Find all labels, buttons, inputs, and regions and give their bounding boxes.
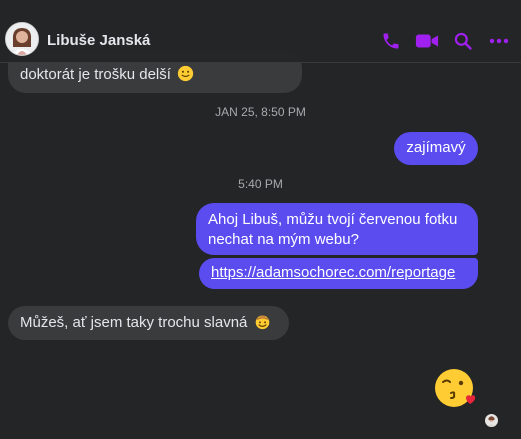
message-text: zajímavý — [406, 139, 466, 156]
cowboy-hat-face-icon — [255, 315, 269, 330]
outgoing-emoji-message[interactable] — [433, 367, 477, 411]
outgoing-message-bubble[interactable]: Ahoj Libuš, můžu tvojí červenou fotku ne… — [196, 203, 478, 255]
message-link[interactable]: https://adamsochorec.com/reportage — [211, 264, 455, 281]
phone-icon[interactable] — [379, 30, 403, 52]
slightly-smiling-face-icon — [177, 65, 194, 82]
video-camera-icon[interactable] — [415, 30, 439, 52]
conversation-header: Libuše Janská — [0, 0, 521, 63]
chat-window: doktorát je trošku delší JAN 25, 8:50 PM… — [0, 0, 521, 439]
face-blowing-a-kiss-icon — [435, 369, 476, 407]
more-options-icon[interactable] — [487, 30, 511, 52]
message-text: Můžeš, ať jsem taky trochu slavná — [20, 314, 248, 331]
timestamp: JAN 25, 8:50 PM — [215, 105, 306, 119]
outgoing-message-bubble[interactable]: zajímavý — [394, 132, 478, 165]
message-line: Ahoj Libuš, můžu tvojí červenou fotku — [208, 211, 458, 228]
message-line: nechat na mým webu? — [208, 231, 359, 248]
contact-name[interactable]: Libuše Janská — [47, 32, 150, 49]
avatar[interactable] — [5, 22, 39, 56]
search-icon[interactable] — [451, 30, 475, 52]
incoming-message-bubble[interactable]: Můžeš, ať jsem taky trochu slavná — [8, 306, 289, 340]
message-list[interactable]: doktorát je trošku delší JAN 25, 8:50 PM… — [0, 0, 521, 439]
message-text: doktorát je trošku delší — [20, 66, 171, 83]
timestamp: 5:40 PM — [238, 177, 283, 191]
read-receipt-avatar — [485, 414, 498, 427]
outgoing-link-bubble[interactable]: https://adamsochorec.com/reportage — [199, 258, 478, 289]
